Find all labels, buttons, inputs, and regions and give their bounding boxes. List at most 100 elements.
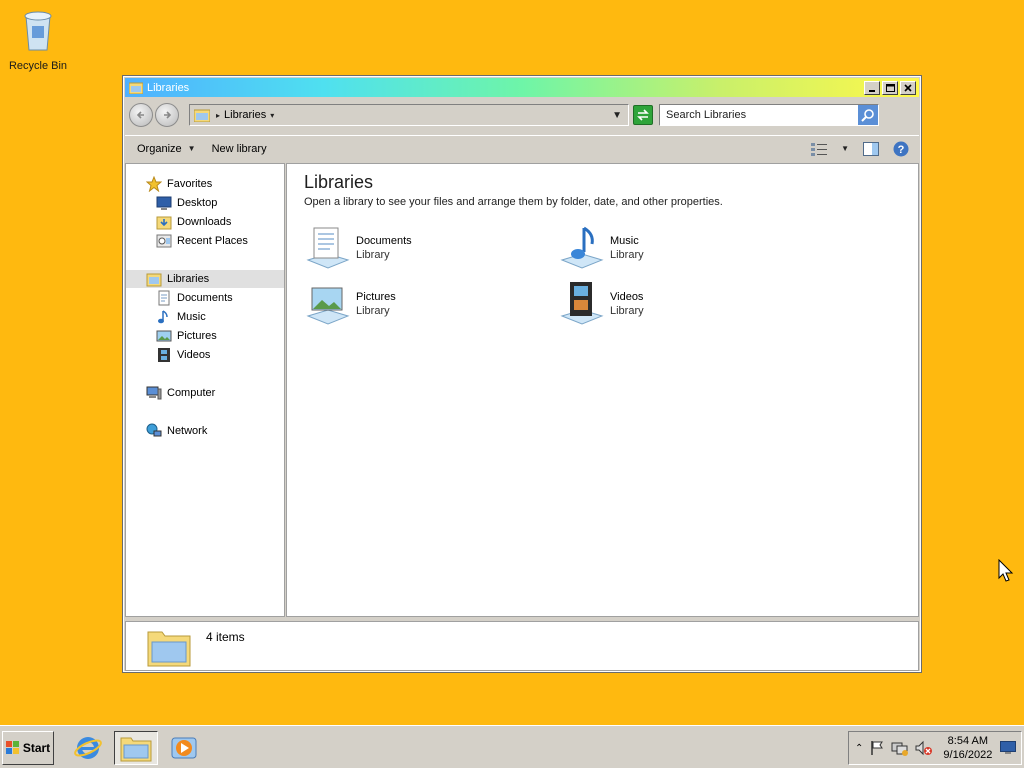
preview-pane-icon[interactable] [863, 141, 879, 156]
change-view-button[interactable]: ▼ [811, 142, 849, 156]
nav-label: Computer [167, 387, 216, 399]
nav-item-pictures[interactable]: Pictures [156, 327, 217, 345]
nav-item-favorites[interactable]: Favorites [146, 175, 212, 193]
library-videos[interactable]: Videos Library [558, 280, 644, 328]
system-clock[interactable]: 8:54 AM 9/16/2022 [943, 734, 992, 762]
item-count: 4 items [206, 630, 245, 644]
content-subtitle: Open a library to see your files and arr… [304, 196, 723, 208]
nav-label: Music [177, 311, 206, 323]
library-type: Library [356, 305, 390, 317]
start-label: Start [22, 741, 51, 755]
close-icon [904, 83, 912, 92]
library-pictures[interactable]: Pictures Library [304, 280, 396, 328]
address-bar[interactable]: ▸ Libraries ▾ ▼ [189, 104, 629, 126]
breadcrumb-separator-icon[interactable]: ▸ [216, 111, 220, 120]
pictures-icon [156, 330, 172, 342]
network-status-icon[interactable] [891, 740, 909, 756]
pictures-library-icon [306, 287, 350, 325]
library-name: Pictures [356, 291, 396, 303]
refresh-button[interactable] [633, 105, 653, 125]
organize-label: Organize [137, 142, 182, 155]
view-dropdown-icon[interactable]: ▼ [841, 144, 849, 153]
recycle-bin-desktop-icon[interactable]: Recycle Bin [6, 6, 70, 72]
svg-text:?: ? [898, 144, 905, 156]
notification-area: ⌃ 8:54 AM 9/16/2022 [848, 731, 1022, 765]
nav-item-desktop[interactable]: Desktop [156, 194, 217, 212]
address-history-dropdown-icon[interactable]: ▼ [612, 110, 622, 121]
star-icon [146, 176, 162, 192]
library-type: Library [356, 249, 390, 261]
action-center-flag-icon[interactable] [869, 740, 885, 756]
forward-arrow-icon [164, 111, 172, 119]
libraries-folder-icon [146, 273, 162, 287]
breadcrumb-dropdown-icon[interactable]: ▾ [270, 111, 274, 120]
organize-button[interactable]: Organize ▼ [125, 143, 204, 155]
new-library-button[interactable]: New library [204, 143, 275, 155]
library-type: Library [610, 249, 644, 261]
command-bar: Organize ▼ New library ▼ ? [125, 135, 919, 161]
nav-item-libraries[interactable]: Libraries [126, 270, 284, 288]
breadcrumb-libraries[interactable]: Libraries [224, 109, 266, 121]
nav-item-downloads[interactable]: Downloads [156, 213, 231, 231]
search-box[interactable] [659, 104, 879, 126]
nav-label: Recent Places [177, 235, 248, 247]
nav-item-videos[interactable]: Videos [156, 346, 210, 364]
nav-item-recent-places[interactable]: Recent Places [156, 232, 248, 250]
nav-label: Libraries [167, 273, 210, 285]
library-name: Videos [610, 291, 644, 303]
view-options-icon [811, 142, 828, 156]
close-button[interactable] [900, 80, 916, 95]
taskbar-media-player[interactable] [162, 731, 206, 765]
documents-library-icon [306, 227, 350, 269]
address-row: ▸ Libraries ▾ ▼ [125, 99, 919, 131]
volume-muted-icon[interactable] [915, 740, 933, 756]
back-button[interactable] [129, 103, 153, 127]
nav-label: Favorites [167, 178, 213, 190]
minimize-button[interactable] [864, 80, 880, 95]
taskbar: Start ⌃ 8:54 AM 9/16/2022 [0, 725, 1024, 768]
window-title: Libraries [147, 81, 190, 94]
nav-item-computer[interactable]: Computer [146, 384, 215, 402]
nav-label: Network [167, 425, 208, 437]
recycle-bin-label: Recycle Bin [8, 60, 68, 72]
windows-logo-icon [5, 741, 19, 754]
maximize-icon [885, 83, 895, 92]
nav-label: Pictures [177, 330, 217, 342]
nav-label: Desktop [177, 197, 218, 209]
minimize-icon [869, 89, 875, 92]
library-type: Library [610, 305, 644, 317]
recycle-bin-icon [24, 11, 52, 51]
content-title: Libraries [304, 172, 374, 192]
library-documents[interactable]: Documents Library [304, 224, 412, 272]
documents-icon [158, 290, 170, 306]
explorer-window: Libraries ▸ Libraries ▾ ▼ Search Librari… [122, 75, 922, 673]
media-player-icon [171, 737, 197, 759]
taskbar-internet-explorer[interactable] [66, 731, 110, 765]
videos-library-icon [560, 282, 604, 325]
show-hidden-icons-button[interactable]: ⌃ [855, 743, 863, 754]
music-note-icon [158, 310, 168, 324]
chevron-down-icon: ▼ [187, 144, 196, 153]
nav-label: Documents [177, 292, 233, 304]
start-button[interactable]: Start [2, 731, 54, 765]
details-pane: 4 items [125, 621, 919, 671]
content-pane: Libraries Open a library to see your fil… [286, 163, 919, 617]
nav-item-music[interactable]: Music [156, 308, 206, 326]
nav-label: Videos [177, 349, 211, 361]
search-input[interactable] [660, 109, 858, 121]
clock-date: 9/16/2022 [943, 749, 993, 761]
back-arrow-icon [136, 111, 144, 119]
library-music[interactable]: Music Library [558, 224, 644, 272]
maximize-button[interactable] [882, 80, 898, 95]
forward-button[interactable] [155, 103, 179, 127]
title-bar[interactable]: Libraries [125, 78, 919, 97]
nav-item-documents[interactable]: Documents [156, 289, 233, 307]
film-strip-icon [158, 348, 170, 362]
nav-item-network[interactable]: Network [146, 422, 207, 440]
music-library-icon [560, 226, 604, 269]
search-button[interactable] [858, 105, 878, 125]
show-desktop-icon[interactable] [1000, 741, 1017, 755]
taskbar-windows-explorer[interactable] [114, 731, 158, 765]
help-icon[interactable]: ? [893, 141, 909, 157]
internet-explorer-icon [74, 737, 102, 759]
